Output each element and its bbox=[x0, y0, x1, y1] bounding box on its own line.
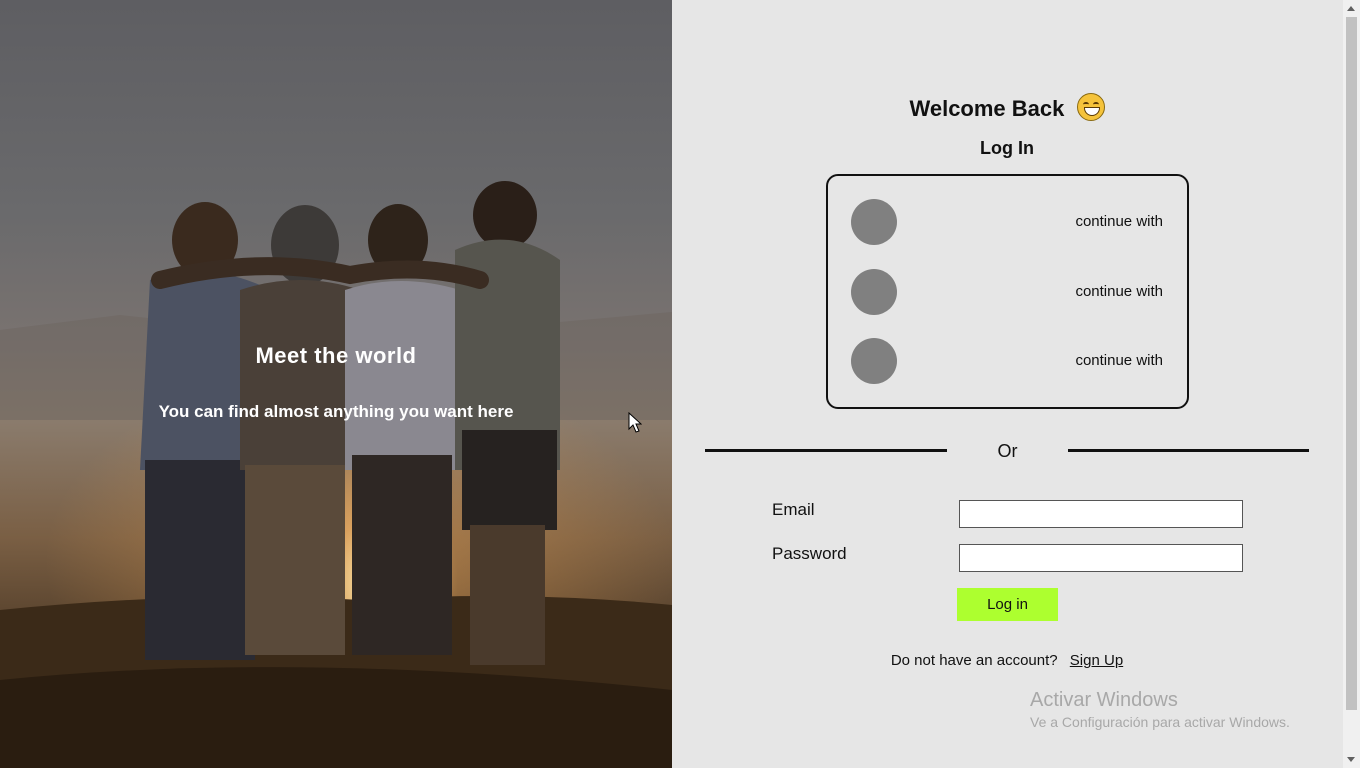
mouse-cursor-icon bbox=[628, 412, 642, 433]
password-label: Password bbox=[772, 544, 847, 563]
login-heading: Log In bbox=[980, 138, 1034, 158]
welcome-heading: Welcome Back bbox=[672, 93, 1342, 122]
scrollbar-thumb[interactable] bbox=[1346, 17, 1357, 710]
social-provider-icon bbox=[851, 199, 897, 245]
social-provider-icon bbox=[851, 269, 897, 315]
email-field[interactable] bbox=[959, 500, 1243, 528]
login-button[interactable]: Log in bbox=[957, 588, 1058, 621]
social-provider-icon bbox=[851, 338, 897, 384]
welcome-text: Welcome Back bbox=[909, 96, 1065, 121]
divider-line-left bbox=[705, 449, 947, 452]
social-login-box: continue with continue with continue wit… bbox=[826, 174, 1189, 409]
divider-or: Or bbox=[997, 441, 1018, 461]
social-login-button-3[interactable]: continue with bbox=[828, 338, 1187, 386]
social-login-button-1[interactable]: continue with bbox=[828, 199, 1187, 247]
social-login-label: continue with bbox=[1075, 213, 1163, 230]
grinning-face-icon bbox=[1076, 93, 1105, 121]
hero-title: Meet the world bbox=[255, 343, 417, 368]
hero-image-panel: Meet the world You can find almost anyth… bbox=[0, 0, 672, 768]
windows-activation-title: Activar Windows bbox=[1030, 689, 1178, 711]
signup-link[interactable]: Sign Up bbox=[1070, 652, 1123, 669]
social-login-label: continue with bbox=[1075, 283, 1163, 300]
scroll-up-arrow-icon[interactable] bbox=[1343, 0, 1360, 17]
divider-line-right bbox=[1068, 449, 1309, 452]
hero-photo-people bbox=[0, 181, 672, 768]
vertical-scrollbar[interactable] bbox=[1343, 0, 1360, 768]
scroll-down-arrow-icon[interactable] bbox=[1343, 751, 1360, 768]
signup-row: Do not have an account? Sign Up bbox=[672, 652, 1342, 669]
password-field[interactable] bbox=[959, 544, 1243, 572]
email-label: Email bbox=[772, 500, 815, 519]
windows-activation-subtitle: Ve a Configuración para activar Windows. bbox=[1030, 714, 1290, 730]
signup-prompt: Do not have an account? bbox=[890, 652, 1058, 669]
social-login-button-2[interactable]: continue with bbox=[828, 269, 1187, 317]
hero-subtitle: You can find almost anything you want he… bbox=[158, 402, 514, 421]
social-login-label: continue with bbox=[1075, 352, 1163, 369]
